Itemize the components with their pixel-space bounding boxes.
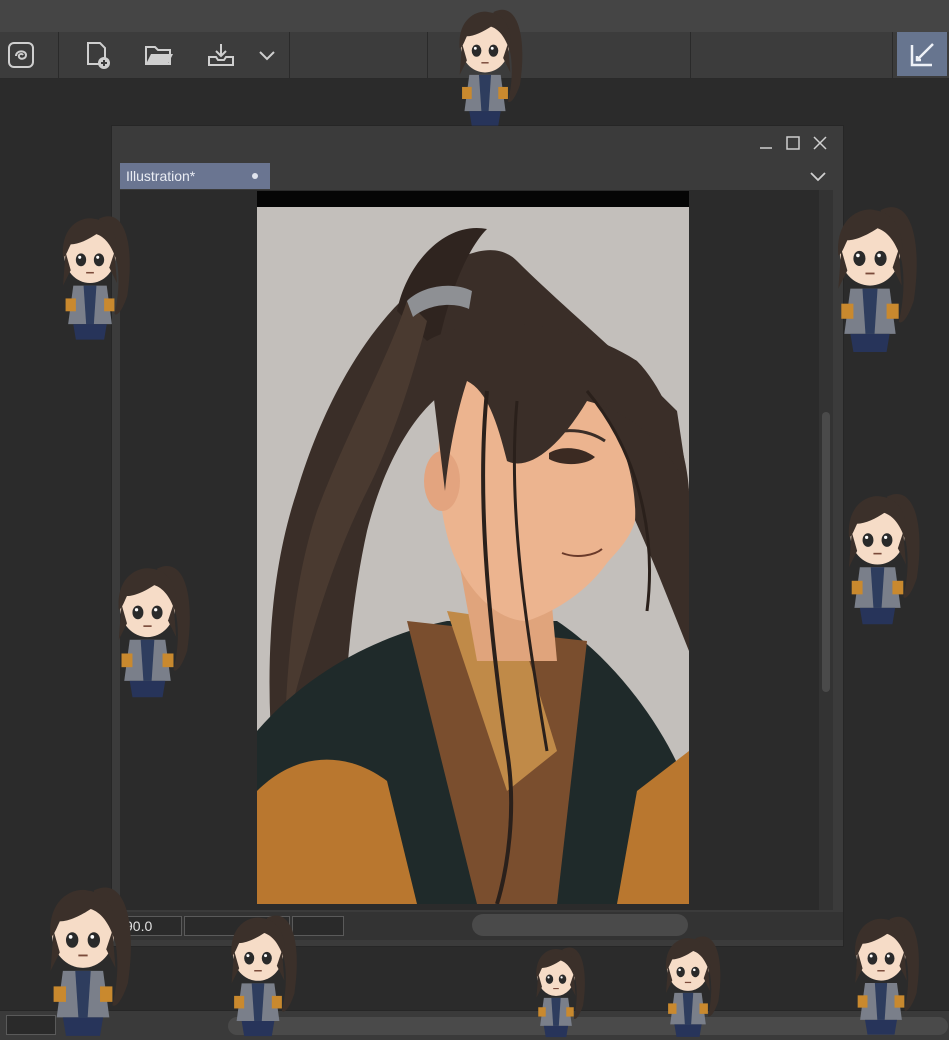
chibi-character-icon [854, 916, 920, 1036]
chibi-character-icon [458, 9, 524, 127]
unsaved-dot-icon [252, 173, 258, 179]
tool-arrow-icon[interactable] [897, 32, 947, 76]
bottom-panel-bar [0, 1010, 949, 1040]
chevron-down-icon[interactable] [250, 38, 284, 72]
chibi-character-icon [535, 946, 586, 1038]
chibi-character-icon [62, 215, 131, 341]
chibi-character-icon [847, 493, 921, 626]
toolbar-divider [690, 32, 691, 78]
close-icon[interactable] [811, 134, 829, 152]
tab-illustration[interactable]: Illustration* [120, 163, 270, 189]
tab-label: Illustration* [126, 168, 196, 184]
chibi-character-icon [49, 886, 132, 1037]
artwork-image [257, 191, 689, 905]
toolbar-divider [427, 32, 428, 78]
vertical-scroll-thumb[interactable] [822, 412, 830, 692]
app-logo-icon[interactable] [4, 38, 38, 72]
chibi-character-icon [837, 206, 918, 353]
chibi-character-icon [117, 565, 191, 699]
minimize-icon[interactable] [757, 134, 775, 152]
new-file-icon[interactable] [80, 38, 114, 72]
maximize-icon[interactable] [784, 134, 802, 152]
open-folder-icon[interactable] [142, 38, 176, 72]
chibi-character-icon [665, 935, 722, 1038]
tab-menu-chevron-icon[interactable] [807, 166, 829, 186]
toolbar-divider [58, 32, 59, 78]
save-icon[interactable] [204, 38, 238, 72]
toolbar-divider [892, 32, 893, 78]
chibi-character-icon [230, 914, 298, 1037]
artwork-canvas[interactable] [257, 191, 689, 905]
toolbar-divider [289, 32, 290, 78]
